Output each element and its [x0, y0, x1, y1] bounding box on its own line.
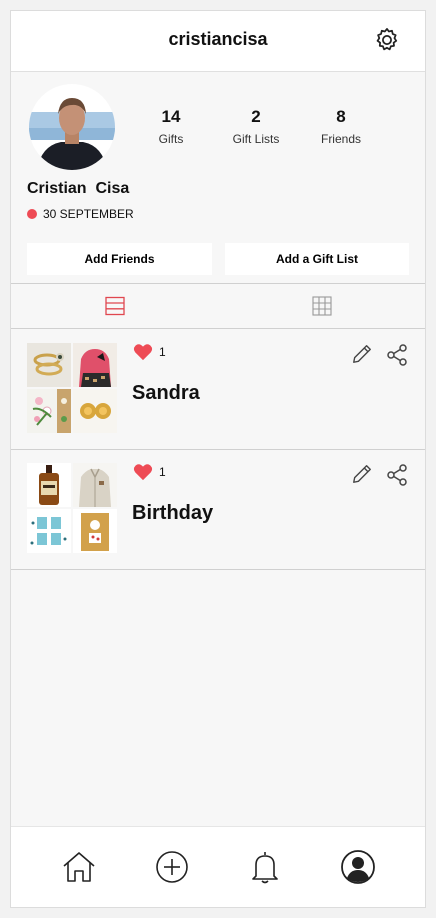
likes-count: 1	[159, 345, 166, 359]
birthday-date: 30 SEPTEMBER	[43, 207, 134, 221]
stat-gifts-label: Gifts	[158, 132, 184, 146]
pencil-icon[interactable]	[351, 343, 373, 365]
bell-icon[interactable]	[247, 849, 283, 885]
gift-image-earrings	[73, 389, 117, 433]
likes-row: 1	[133, 343, 166, 361]
gift-thumbnails	[27, 463, 117, 553]
home-icon[interactable]	[61, 849, 97, 885]
birthday-dot-icon	[27, 209, 37, 219]
heart-icon[interactable]	[133, 463, 153, 481]
heart-icon[interactable]	[133, 343, 153, 361]
add-circle-icon[interactable]	[154, 849, 190, 885]
gift-image-sweater	[73, 343, 117, 387]
avatar[interactable]	[29, 84, 115, 170]
share-icon[interactable]	[385, 463, 409, 487]
list-view-icon	[104, 296, 125, 316]
stat-friends-count: 8	[336, 107, 346, 126]
likes-row: 1	[133, 463, 166, 481]
stat-gift-lists-label: Gift Lists	[232, 132, 280, 146]
pencil-icon[interactable]	[351, 463, 373, 485]
gear-icon[interactable]	[373, 26, 401, 54]
gift-image-bottle	[27, 463, 71, 507]
username-title: cristiancisa	[168, 29, 268, 49]
top-bar: cristiancisa	[11, 11, 425, 72]
gift-thumbnails	[27, 343, 117, 433]
grid-view-icon	[311, 296, 332, 316]
likes-count: 1	[159, 465, 166, 479]
share-icon[interactable]	[385, 343, 409, 367]
stat-gift-lists[interactable]: 2 Gift Lists	[216, 107, 296, 146]
add-gift-list-button[interactable]: Add a Gift List	[225, 243, 409, 275]
add-friends-button[interactable]: Add Friends	[27, 243, 212, 275]
gift-list-title: Birthday	[132, 502, 214, 524]
stat-gifts[interactable]: 14 Gifts	[131, 107, 211, 146]
gift-list-card[interactable]: 1 Birthday	[11, 450, 425, 570]
stat-gift-lists-count: 2	[251, 107, 261, 126]
gift-image-gold-card	[73, 509, 117, 553]
gift-image-flowers	[27, 389, 71, 433]
gift-image-jacket	[73, 463, 117, 507]
view-tabs	[11, 283, 425, 329]
gift-image-blue-box	[27, 509, 71, 553]
stat-friends-label: Friends	[320, 132, 361, 146]
tab-list-view[interactable]	[11, 284, 218, 328]
gift-list-card[interactable]: 1 Sandra	[11, 330, 425, 450]
gift-list-title: Sandra	[132, 382, 200, 404]
bottom-navigation	[11, 826, 425, 907]
tab-grid-view[interactable]	[218, 284, 425, 328]
stat-friends[interactable]: 8 Friends	[301, 107, 381, 146]
stat-gifts-count: 14	[161, 107, 181, 126]
birthday-row: 30 SEPTEMBER	[27, 207, 134, 221]
profile-icon[interactable]	[340, 849, 376, 885]
profile-name: Cristian Cisa	[27, 180, 130, 197]
gift-image-rings	[27, 343, 71, 387]
app-screen: cristiancisa 14 Gifts 2 Gift Lists 8 Fri…	[10, 10, 426, 908]
